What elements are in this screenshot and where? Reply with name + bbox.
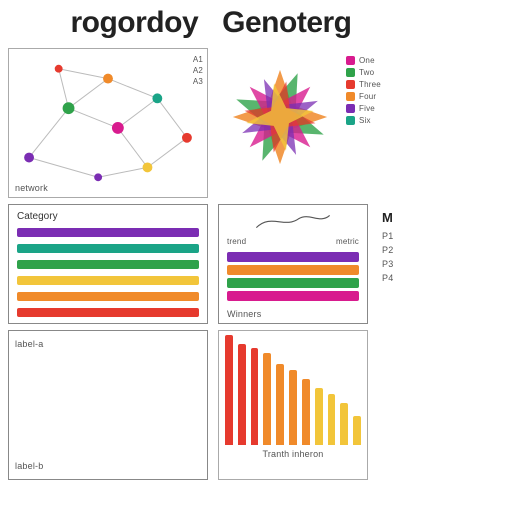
legend-item: Five: [346, 104, 381, 113]
list-item: P2: [382, 245, 512, 255]
hbar: [17, 292, 199, 301]
list-item: P1: [382, 231, 512, 241]
bar: [315, 388, 323, 445]
title-right: Genoterg: [222, 6, 351, 40]
bar: [353, 416, 361, 445]
bar: [251, 348, 259, 445]
bar-chart-panel: Tranth inheron: [218, 330, 368, 480]
hrow: [227, 265, 359, 275]
right-list: M P1 P2 P3 P4: [378, 204, 512, 324]
legend-label: Three: [359, 80, 381, 89]
network-panel: A1 A2 A3 network: [8, 48, 208, 198]
legend-label: Five: [359, 104, 375, 113]
bar: [225, 335, 233, 445]
hstripe-panel: Category: [8, 204, 208, 324]
swatch-icon: [346, 92, 355, 101]
hbar: [17, 276, 199, 285]
bl-top: label-a: [15, 339, 201, 349]
legend-label: Two: [359, 68, 374, 77]
bar: [289, 370, 297, 445]
net-legend-1: A2: [193, 66, 203, 75]
hbar: [17, 308, 199, 317]
bar: [340, 403, 348, 445]
net-legend-2: A3: [193, 77, 203, 86]
mid-mid-label: metric: [336, 237, 359, 246]
legend-item: Three: [346, 80, 381, 89]
starburst-legend: One Two Three Four Five Six: [346, 56, 381, 125]
legend-item: Six: [346, 116, 381, 125]
bar: [263, 353, 271, 445]
legend-item: Four: [346, 92, 381, 101]
swatch-icon: [346, 68, 355, 77]
legend-label: Four: [359, 92, 376, 101]
page: rogordoy Genoterg: [0, 0, 512, 512]
bottom-left-panel: label-a label-b: [8, 330, 208, 480]
mid-bottom-label: Winners: [227, 309, 261, 319]
mid-stripes: [227, 252, 359, 301]
hbar: [17, 260, 199, 269]
hbar: [17, 244, 199, 253]
network-caption: network: [15, 183, 48, 193]
list-item: P3: [382, 259, 512, 269]
hrow: [227, 278, 359, 288]
hbar: [17, 228, 199, 237]
hrow: [227, 252, 359, 262]
list-item: P4: [382, 273, 512, 283]
mid-panel: trend metric Winners: [218, 204, 368, 324]
bar: [238, 344, 246, 445]
net-legend-0: A1: [193, 55, 203, 64]
grid: A1 A2 A3 network One Two Three: [0, 44, 512, 488]
bar-xlabel: Tranth inheron: [225, 449, 361, 459]
bl-bottom: label-b: [15, 461, 201, 471]
legend-label: One: [359, 56, 375, 65]
bar: [302, 379, 310, 445]
mid-top-label: trend: [227, 237, 246, 246]
bar: [276, 364, 284, 445]
starburst-panel: One Two Three Four Five Six: [218, 48, 512, 198]
swatch-icon: [346, 56, 355, 65]
hstripe-title: Category: [17, 211, 199, 222]
hrow: [227, 291, 359, 301]
legend-label: Six: [359, 116, 371, 125]
hstripe-bars: [17, 228, 199, 317]
swatch-icon: [346, 80, 355, 89]
legend-item: One: [346, 56, 381, 65]
spacer: [378, 330, 512, 480]
title-left: rogordoy: [70, 6, 198, 40]
starburst-icon: [220, 52, 340, 182]
title-row: rogordoy Genoterg: [0, 0, 512, 44]
network-graph-icon: [9, 49, 207, 197]
curve-icon: [227, 211, 359, 231]
right-list-head: M: [382, 210, 512, 225]
swatch-icon: [346, 116, 355, 125]
legend-item: Two: [346, 68, 381, 77]
swatch-icon: [346, 104, 355, 113]
bars: [225, 335, 361, 445]
bar: [328, 394, 336, 445]
network-legend: A1 A2 A3: [193, 55, 203, 86]
